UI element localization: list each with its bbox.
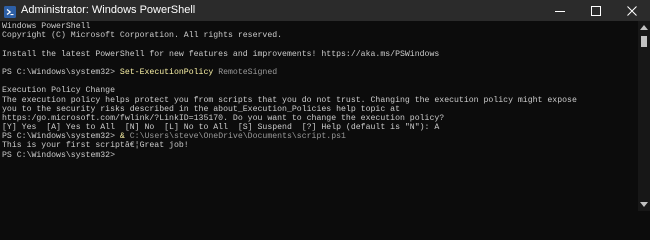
- command-line: PS C:\Windows\system32> Set-ExecutionPol…: [2, 68, 638, 77]
- command-argument: C:\Users\steve\OneDrive\Documents\script…: [124, 132, 346, 142]
- output-line: PS C:\Windows\system32>: [2, 150, 116, 160]
- output-line: Copyright (C) Microsoft Corporation. All…: [2, 31, 283, 41]
- minimize-icon: [555, 10, 565, 12]
- maximize-icon: [591, 5, 601, 16]
- window-controls: [542, 0, 650, 21]
- close-icon: [627, 5, 637, 16]
- close-button[interactable]: [614, 0, 650, 21]
- output-line: Windows PowerShell: [2, 22, 91, 31]
- output-line: Install the latest PowerShell for new fe…: [2, 49, 440, 59]
- output-line: Execution Policy Change: [2, 86, 116, 96]
- title-bar[interactable]: Administrator: Windows PowerShell: [0, 0, 650, 21]
- powershell-window: Administrator: Windows PowerShell Window…: [0, 0, 650, 211]
- window-title: Administrator: Windows PowerShell: [21, 4, 196, 16]
- scroll-down-arrow-icon: [640, 202, 648, 207]
- command-line: PS C:\Windows\system32> & C:\Users\steve…: [2, 132, 638, 141]
- scroll-up-arrow-icon: [640, 25, 648, 30]
- output-line: [Y] Yes [A] Yes to All [N] No [L] No to …: [2, 123, 440, 133]
- powershell-icon: [4, 5, 16, 18]
- command-name: Set-ExecutionPolicy: [119, 67, 214, 77]
- output-line: you to the security risks described in t…: [2, 104, 400, 114]
- output-line: This is your first scriptâ€¦Great job!: [2, 141, 189, 151]
- scroll-thumb[interactable]: [641, 36, 647, 47]
- scroll-down-button[interactable]: [638, 199, 650, 211]
- minimize-button[interactable]: [542, 0, 578, 21]
- prompt: PS C:\Windows\system32>: [2, 132, 120, 142]
- scroll-up-button[interactable]: [638, 21, 650, 33]
- maximize-button[interactable]: [578, 0, 614, 21]
- terminal-output[interactable]: Windows PowerShell Copyright (C) Microso…: [2, 22, 638, 211]
- output-line: The execution policy helps protect you f…: [2, 95, 577, 105]
- output-line: https:/go.microsoft.com/fwlink/?LinkID=1…: [2, 113, 445, 123]
- command-argument: RemoteSigned: [213, 67, 278, 77]
- vertical-scrollbar[interactable]: [638, 21, 650, 211]
- prompt: PS C:\Windows\system32>: [2, 67, 120, 77]
